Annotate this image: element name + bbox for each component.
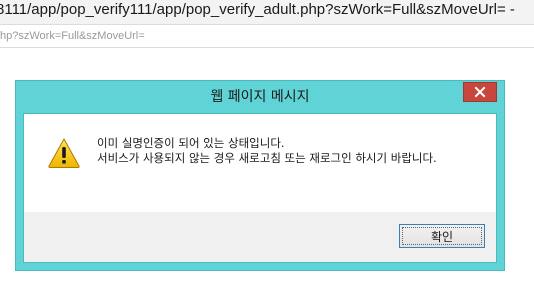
dialog-footer: 확인 bbox=[24, 212, 496, 262]
message-dialog: 웹 페이지 메시지 이미 실명인증이 되어 있는 상태입니다. 서비스가 사용되… bbox=[15, 80, 505, 271]
close-button[interactable] bbox=[463, 82, 497, 102]
dialog-title: 웹 페이지 메시지 bbox=[210, 89, 310, 105]
message-line-1: 이미 실명인증이 되어 있는 상태입니다. bbox=[97, 136, 285, 150]
close-icon bbox=[474, 86, 486, 98]
dialog-body: 이미 실명인증이 되어 있는 상태입니다. 서비스가 사용되지 않는 경우 새로… bbox=[23, 113, 497, 263]
warning-icon bbox=[48, 137, 80, 168]
address-bar[interactable]: hp?szWork=Full&szMoveUrl= bbox=[0, 24, 534, 48]
message-text: 이미 실명인증이 되어 있는 상태입니다. 서비스가 사용되지 않는 경우 새로… bbox=[97, 136, 487, 166]
message-line-2: 서비스가 사용되지 않는 경우 새로고침 또는 재로그인 하시기 바랍니다. bbox=[97, 151, 437, 165]
screen: 8111/app/pop_verify111/app/pop_verify_ad… bbox=[0, 0, 534, 291]
window-title-url: 8111/app/pop_verify111/app/pop_verify_ad… bbox=[0, 0, 534, 24]
ok-button[interactable]: 확인 bbox=[399, 224, 485, 248]
message-area: 이미 실명인증이 되어 있는 상태입니다. 서비스가 사용되지 않는 경우 새로… bbox=[24, 114, 496, 212]
